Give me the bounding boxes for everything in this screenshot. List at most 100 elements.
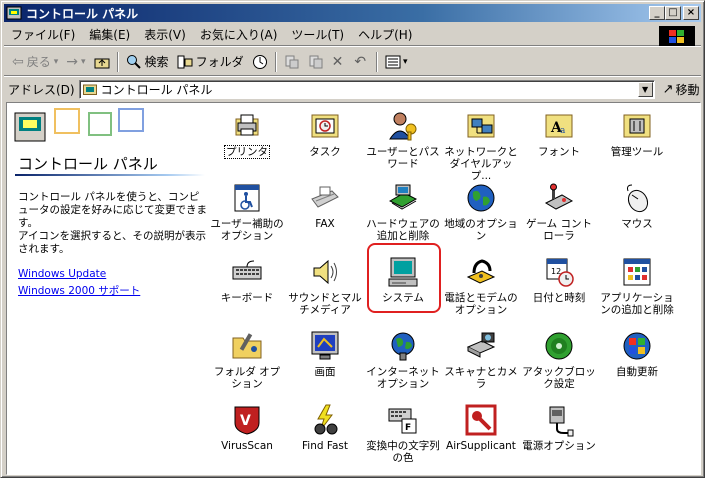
menu-help[interactable]: ヘルプ(H) bbox=[351, 26, 419, 43]
undo-icon: ↶ bbox=[354, 53, 367, 70]
scanner-camera-icon bbox=[466, 332, 496, 358]
item-label: ハードウェアの追加と削除 bbox=[366, 218, 440, 242]
control-panel-item[interactable]: マウス bbox=[599, 181, 675, 230]
control-panel-item[interactable]: F 変換中の文字列の色 bbox=[365, 403, 441, 464]
delete-button[interactable]: ✕ bbox=[328, 51, 351, 73]
admin-tools-icon bbox=[623, 114, 651, 138]
item-label: アタックブロック設定 bbox=[522, 366, 596, 390]
item-label: タスク bbox=[309, 146, 341, 158]
network-dialup-icon bbox=[467, 114, 495, 138]
fonts-icon: A a bbox=[545, 114, 573, 138]
up-folder-button[interactable] bbox=[90, 51, 114, 73]
control-panel-item[interactable]: ハードウェアの追加と削除 bbox=[365, 181, 441, 242]
control-panel-item[interactable]: A a フォント bbox=[521, 109, 597, 158]
sound-multimedia-icon bbox=[313, 259, 337, 285]
airsupplicant-icon bbox=[465, 404, 497, 436]
control-panel-item[interactable]: スキャナとカメラ bbox=[443, 329, 519, 390]
fax-icon bbox=[311, 186, 339, 208]
control-panel-item[interactable]: タスク bbox=[287, 109, 363, 158]
control-panel-item[interactable]: Find Fast bbox=[287, 403, 363, 452]
control-panel-item[interactable]: 画面 bbox=[287, 329, 363, 378]
menu-favorites[interactable]: お気に入り(A) bbox=[193, 26, 285, 43]
windows-update-link[interactable]: Windows Update bbox=[18, 268, 106, 280]
item-label: キーボード bbox=[220, 292, 274, 304]
item-label: マウス bbox=[621, 218, 653, 230]
close-button[interactable]: × bbox=[683, 6, 699, 20]
views-button[interactable]: ▾ bbox=[381, 51, 412, 73]
control-panel-item[interactable]: サウンドとマルチメディア bbox=[287, 255, 363, 316]
go-button[interactable]: ↗ 移動 bbox=[663, 81, 700, 98]
title-bar[interactable]: コントロール パネル _ □ × bbox=[4, 4, 701, 22]
item-label: アプリケーションの追加と削除 bbox=[600, 292, 674, 316]
control-panel-item[interactable]: FAX bbox=[287, 181, 363, 230]
control-panel-item[interactable]: ネットワークとダイヤルアップ... bbox=[443, 109, 519, 182]
toolbar: ⇦ 戻る ▾ → ▾ 検索 フォルダ ✕ ↶ ▾ bbox=[4, 48, 701, 76]
folders-icon bbox=[177, 55, 193, 68]
undo-button[interactable]: ↶ bbox=[350, 51, 373, 73]
control-panel-item[interactable]: プリンタ bbox=[209, 109, 285, 159]
item-label: ユーザー補助のオプション bbox=[210, 218, 284, 242]
control-panel-item[interactable]: 自動更新 bbox=[599, 329, 675, 378]
control-panel-item[interactable]: V VirusScan bbox=[209, 403, 285, 452]
back-label: 戻る bbox=[26, 55, 51, 69]
item-label: 日付と時刻 bbox=[532, 292, 586, 304]
minimize-button[interactable]: _ bbox=[649, 6, 665, 20]
history-button[interactable] bbox=[248, 51, 272, 73]
folders-button[interactable]: フォルダ bbox=[173, 51, 248, 73]
panel-description: コントロール パネルを使うと、コンピュータの設定を好みに応じて変更できます。 bbox=[18, 191, 207, 229]
item-label: 電話とモデムのオプション bbox=[444, 292, 518, 316]
control-panel-item[interactable]: キーボード bbox=[209, 255, 285, 304]
add-hardware-icon bbox=[388, 184, 418, 210]
control-panel-item[interactable]: フォルダ オプション bbox=[209, 329, 285, 390]
control-panel-item[interactable]: インターネット オプション bbox=[365, 329, 441, 390]
windows-support-link[interactable]: Windows 2000 サポート bbox=[18, 283, 140, 298]
address-input[interactable]: コントロール パネル ▼ bbox=[78, 79, 655, 99]
item-label: インターネット オプション bbox=[366, 366, 440, 390]
users-passwords-icon bbox=[389, 112, 417, 141]
menu-view[interactable]: 表示(V) bbox=[137, 26, 193, 43]
control-panel-item[interactable]: 地域のオプション bbox=[443, 181, 519, 242]
address-dropdown-button[interactable]: ▼ bbox=[637, 81, 653, 97]
control-panel-item[interactable]: 電話とモデムのオプション bbox=[443, 255, 519, 316]
control-panel-item[interactable]: AirSupplicant bbox=[443, 403, 519, 452]
virusscan-icon: V bbox=[234, 406, 260, 435]
move-to-button[interactable] bbox=[280, 51, 304, 73]
item-label: 変換中の文字列の色 bbox=[366, 440, 440, 464]
panel-divider bbox=[15, 174, 205, 176]
maximize-button[interactable]: □ bbox=[665, 6, 681, 20]
copy-to-icon bbox=[309, 55, 323, 68]
forward-dropdown-icon[interactable]: ▾ bbox=[81, 57, 86, 67]
control-panel-item[interactable]: 電源オプション bbox=[521, 403, 597, 452]
item-label: Find Fast bbox=[302, 440, 348, 452]
menu-bar: ファイル(F) 編集(E) 表示(V) お気に入り(A) ツール(T) ヘルプ(… bbox=[4, 24, 701, 46]
back-button[interactable]: ⇦ 戻る ▾ bbox=[8, 51, 62, 73]
menu-edit[interactable]: 編集(E) bbox=[82, 26, 137, 43]
item-label: 画面 bbox=[314, 366, 336, 378]
control-panel-item[interactable]: システム bbox=[365, 255, 441, 304]
forward-button[interactable]: → ▾ bbox=[62, 51, 89, 73]
item-label: ユーザーとパスワード bbox=[366, 146, 440, 170]
svg-text:F: F bbox=[405, 423, 411, 433]
back-dropdown-icon[interactable]: ▾ bbox=[54, 57, 59, 67]
control-panel-item[interactable]: 12 日付と時刻 bbox=[521, 255, 597, 304]
control-panel-item[interactable]: アプリケーションの追加と削除 bbox=[599, 255, 675, 316]
windows-logo-icon bbox=[659, 26, 695, 46]
search-button[interactable]: 検索 bbox=[122, 51, 173, 73]
up-folder-icon bbox=[94, 58, 110, 68]
views-dropdown-icon[interactable]: ▾ bbox=[403, 57, 408, 67]
control-panel-item[interactable]: ユーザー補助のオプション bbox=[209, 181, 285, 242]
item-label: システム bbox=[382, 292, 424, 304]
copy-to-button[interactable] bbox=[304, 51, 328, 73]
menu-file[interactable]: ファイル(F) bbox=[4, 26, 82, 43]
address-value: コントロール パネル bbox=[100, 82, 213, 97]
search-label: 検索 bbox=[144, 55, 169, 69]
menu-tools[interactable]: ツール(T) bbox=[284, 26, 351, 43]
item-label: フォント bbox=[538, 146, 580, 158]
control-panel-item[interactable]: 管理ツール bbox=[599, 109, 675, 158]
control-panel-item[interactable]: アタックブロック設定 bbox=[521, 329, 597, 390]
panel-hint: アイコンを選択すると、その説明が表示されます。 bbox=[18, 230, 207, 255]
control-panel-item[interactable]: ゲーム コントローラ bbox=[521, 181, 597, 242]
folders-label: フォルダ bbox=[195, 55, 244, 69]
control-panel-item[interactable]: ユーザーとパスワード bbox=[365, 109, 441, 170]
mouse-icon bbox=[627, 184, 649, 213]
